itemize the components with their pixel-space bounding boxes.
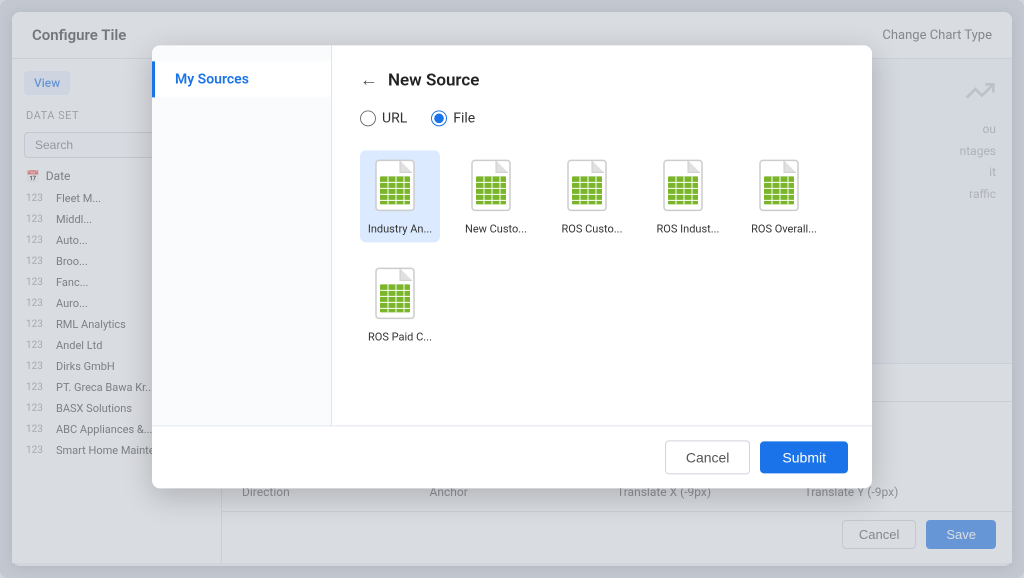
- file-item-ros-paid[interactable]: ROS Paid C...: [360, 259, 440, 351]
- new-source-modal: My Sources ← New Source URL File: [152, 45, 872, 488]
- file-radio-option[interactable]: File: [431, 110, 475, 126]
- file-item-new-custo[interactable]: New Custo...: [456, 150, 536, 242]
- cancel-button-modal[interactable]: Cancel: [665, 440, 751, 474]
- file-label-ros-indust: ROS Indust...: [657, 222, 720, 236]
- modal-nav: My Sources: [152, 45, 332, 425]
- spreadsheet-icon-ros-overall: [758, 158, 810, 216]
- spreadsheet-icon-ros-indust: [662, 158, 714, 216]
- submit-button-modal[interactable]: Submit: [760, 441, 848, 473]
- modal-main-content: ← New Source URL File: [332, 45, 872, 425]
- file-item-ros-overall[interactable]: ROS Overall...: [744, 150, 824, 242]
- modal-footer: Cancel Submit: [152, 425, 872, 488]
- spreadsheet-icon-ros-paid: [374, 267, 426, 325]
- file-item-ros-indust[interactable]: ROS Indust...: [648, 150, 728, 242]
- file-label-ros-overall: ROS Overall...: [751, 222, 817, 236]
- file-item-ros-custo[interactable]: ROS Custo...: [552, 150, 632, 242]
- back-arrow-icon[interactable]: ←: [360, 69, 378, 90]
- file-item-industry[interactable]: Industry An...: [360, 150, 440, 242]
- spreadsheet-icon-new-custo: [470, 158, 522, 216]
- spreadsheet-icon-ros-custo: [566, 158, 618, 216]
- modal-header: ← New Source: [360, 69, 844, 90]
- source-type-radio-group: URL File: [360, 110, 844, 126]
- url-radio-input[interactable]: [360, 110, 376, 126]
- spreadsheet-icon-industry: [374, 158, 426, 216]
- modal-title: New Source: [388, 70, 479, 90]
- file-radio-input[interactable]: [431, 110, 447, 126]
- file-grid: Industry An...: [360, 150, 844, 351]
- modal-nav-my-sources[interactable]: My Sources: [152, 61, 331, 97]
- modal-inner: My Sources ← New Source URL File: [152, 45, 872, 425]
- file-label-new-custo: New Custo...: [465, 222, 527, 236]
- file-label-ros-paid: ROS Paid C...: [368, 331, 432, 345]
- file-label-ros-custo: ROS Custo...: [562, 222, 623, 236]
- file-label-industry: Industry An...: [368, 222, 432, 236]
- url-radio-option[interactable]: URL: [360, 110, 407, 126]
